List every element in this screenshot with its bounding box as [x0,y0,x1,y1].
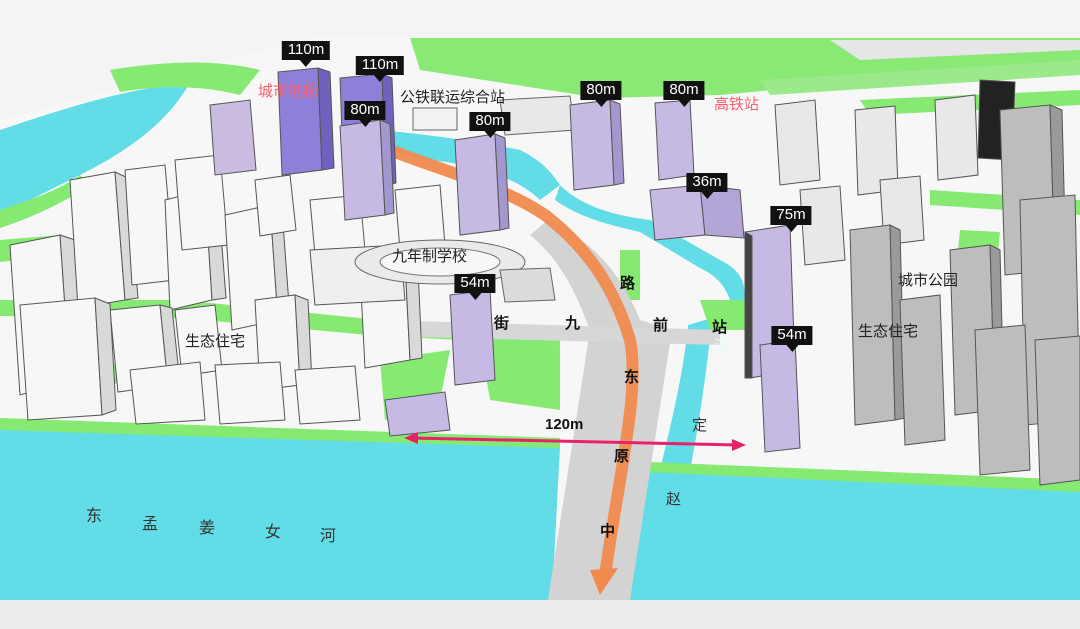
tower-54-a [449,289,496,386]
street-char: 街 [494,314,510,332]
height-tag-landmark-1: 110m [281,41,331,60]
river-char: 定 [692,416,708,434]
river-label-char: 河 [320,526,337,545]
lower-river-east [630,470,1080,600]
height-tag-54-b: 54m [771,326,813,345]
label-eco-residential-right: 生态住宅 [858,322,919,340]
tower-80-a [339,119,386,221]
dongmeng-jiangnv-river [0,428,560,600]
tower-54-b [759,339,801,453]
river-label-char: 孟 [142,514,159,533]
road-char: 东 [624,368,640,386]
height-tag-80-a: 80m [344,101,386,120]
tower-80-c [569,99,615,191]
label-eco-residential-left: 生态住宅 [185,332,246,350]
label-city-park: 城市公园 [898,271,959,289]
street-char: 前 [653,316,669,334]
dimension-label-120m: 120m [545,416,584,433]
river-label-char: 姜 [199,518,216,537]
tower-36 [649,184,706,241]
site-3d-model [0,0,1080,629]
street-char: 九 [565,314,581,332]
river-label-char: 女 [265,522,282,541]
river-char: 赵 [666,490,682,508]
urban-plan-rendering: 110m 110m 80m 80m 80m 80m 36m 75m 54m 54… [0,0,1080,629]
label-high-speed-station: 高铁站 [714,95,760,113]
tower-80-d [654,99,695,181]
height-tag-landmark-2: 110m [355,56,405,75]
river-char: 河 [714,337,730,355]
height-tag-80-d: 80m [663,81,705,100]
road-char: 原 [614,447,630,465]
road-char: 中 [600,522,616,540]
street-char: 站 [712,318,728,336]
tower-80-b [454,133,501,236]
label-city-landmark: 城市地标 [258,82,319,100]
height-tag-75: 75m [770,206,812,225]
height-tag-80-b: 80m [469,112,511,131]
height-tag-36: 36m [686,173,728,192]
label-rail-hub: 公铁联运综合站 [400,88,506,106]
road-char: 路 [620,274,636,292]
height-tag-80-c: 80m [580,81,622,100]
height-tag-54-a: 54m [454,274,496,293]
label-school: 九年制学校 [392,247,468,265]
river-label-char: 东 [86,506,103,525]
